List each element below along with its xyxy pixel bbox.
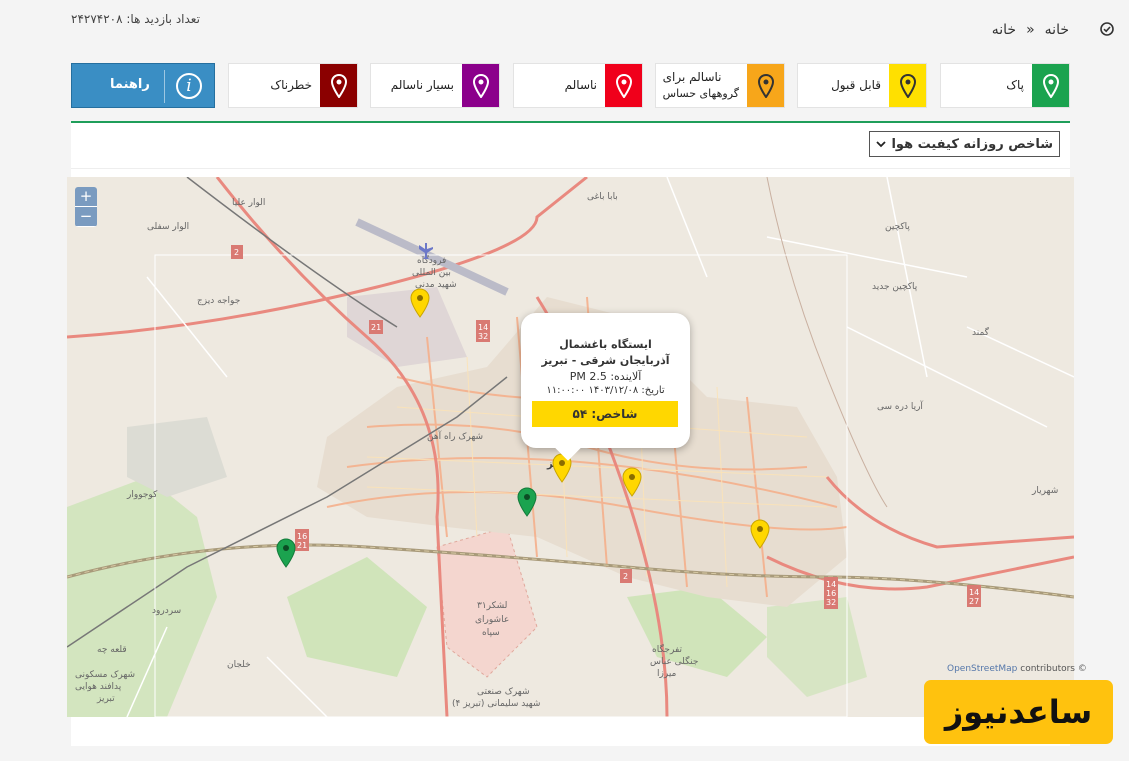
zoom-in-button[interactable]: +	[75, 187, 97, 207]
selector-bar: شاخص روزانه کیفیت هوا	[71, 123, 1070, 169]
map-label-lashkar3: سپاه	[482, 628, 500, 638]
map-label-gomand: گمند	[972, 326, 990, 338]
map-pin-icon	[605, 64, 642, 107]
map-label-airport1: فرودگاه	[417, 254, 446, 266]
map-label-sanati2: شهید سلیمانی (تبریز ۴)	[452, 699, 540, 709]
legend-label: ناسالم	[564, 78, 597, 93]
map-label-kojovar: کوجووار	[126, 490, 158, 500]
info-icon: i	[176, 73, 202, 99]
map-label-hoveyi2: پدافند هوایی	[75, 682, 122, 692]
map-label-alvar2: الوار علیا	[232, 198, 265, 208]
svg-text:16: 16	[297, 532, 307, 541]
svg-text:14: 14	[826, 580, 836, 589]
svg-text:14: 14	[478, 323, 488, 332]
map-label-shahriar: شهریار	[1031, 486, 1058, 496]
map-label-khalajan: خلجان	[227, 660, 251, 670]
visit-counter-value: ۲۴۲۷۴۲۰۸	[71, 12, 123, 26]
visit-counter-label: تعداد بازدید ها:	[126, 12, 200, 26]
check-circle-icon	[1100, 22, 1114, 40]
map-pin-icon	[320, 64, 357, 107]
map-label-pakchin: پاکچین	[885, 222, 910, 232]
map-pin-icon	[747, 64, 784, 107]
popup-pollutant: آلاینده: PM 2.5	[569, 370, 642, 383]
chevron-down-icon	[876, 137, 886, 152]
map-label-lashkar2: عاشورای	[475, 615, 509, 625]
legend-label-line2: گروههای حساس	[662, 87, 739, 101]
attribution-text: contributors ©	[1020, 664, 1087, 674]
popup-date: تاریخ: ۱۴۰۳/۱۲/۰۸ ۱۱:۰۰:۰۰	[546, 385, 665, 396]
visit-counter: تعداد بازدید ها: ۲۴۲۷۴۲۰۸	[71, 12, 200, 26]
map-label-shahrak: شهرک راه آهن	[427, 430, 483, 442]
popup-index-badge: شاخص: ۵۴	[532, 401, 678, 427]
guide-button-divider	[164, 70, 165, 103]
map-label-hoveyi1: شهرک مسکونی	[75, 669, 135, 680]
popup-station-name: ایستگاه باغشمال	[559, 338, 652, 351]
legend-label: پاک	[1006, 78, 1024, 93]
station-popup: ایستگاه باغشمال آذربایجان شرقی - تبریز آ…	[521, 313, 690, 461]
map-label-sanati1: شهرک صنعتی	[477, 686, 530, 697]
legend-item-very-unhealthy: بسیار ناسالم	[370, 63, 500, 108]
svg-text:16: 16	[826, 589, 836, 598]
breadcrumb-home[interactable]: خانه	[1045, 22, 1069, 38]
legend-label: خطرناک	[270, 78, 312, 93]
svg-text:21: 21	[371, 323, 381, 332]
osm-link[interactable]: OpenStreetMap	[947, 664, 1017, 674]
svg-text:2: 2	[234, 248, 239, 257]
map-label-abbas3: میرزا	[657, 669, 677, 679]
map-pin-icon	[462, 64, 499, 107]
svg-text:2: 2	[623, 572, 628, 581]
map-label-alvar: الوار سفلی	[147, 222, 189, 232]
map-label-baba: بابا باغی	[587, 192, 618, 202]
legend-label-line1: ناسالم برای	[662, 70, 722, 85]
map-label-lashkar1: لشکر۳۱	[477, 601, 507, 611]
map-pin-icon[interactable]	[517, 487, 537, 517]
guide-button[interactable]: راهنما i	[71, 63, 215, 108]
map-label-hoveyi3: تبریز	[96, 694, 115, 704]
map-pin-icon[interactable]	[410, 288, 430, 318]
popup-region: آذربایجان شرقی - تبریز	[541, 354, 670, 367]
map-label-abbas2: جنگلی عباس	[650, 655, 698, 667]
watermark-logo: ساعدنیوز	[924, 680, 1113, 744]
legend-item-clean: پاک	[940, 63, 1070, 108]
aqi-legend: پاک قابل قبول ناسالم برای گروههای حساس ن…	[228, 63, 1070, 108]
map-pin-icon[interactable]	[622, 467, 642, 497]
guide-button-label: راهنما	[110, 77, 150, 92]
legend-label: ناسالم برای گروههای حساس	[663, 64, 739, 107]
svg-text:32: 32	[478, 332, 488, 341]
zoom-out-button[interactable]: −	[75, 207, 97, 227]
svg-text:21: 21	[297, 541, 307, 550]
map-pin-icon[interactable]	[750, 519, 770, 549]
svg-text:14: 14	[969, 588, 979, 597]
map-pin-icon[interactable]	[276, 538, 296, 568]
zoom-control: + −	[75, 187, 97, 227]
legend-item-hazardous: خطرناک	[228, 63, 358, 108]
legend-item-acceptable: قابل قبول	[797, 63, 927, 108]
map-pin-icon	[1032, 64, 1069, 107]
map-label-sardrud: سردرود	[152, 606, 181, 616]
map-label-ariadareh: آریا دره سی	[877, 400, 923, 412]
index-type-select-value: شاخص روزانه کیفیت هوا	[891, 136, 1053, 152]
map-label-chehreh: جواجه دیزج	[197, 296, 240, 306]
map-label-airport2: بین المللی	[412, 268, 451, 278]
index-type-select[interactable]: شاخص روزانه کیفیت هوا	[869, 131, 1060, 157]
map-label-abbas1: تفرجگاه	[652, 643, 683, 655]
svg-text:32: 32	[826, 598, 836, 607]
map-pin-icon	[889, 64, 926, 107]
map-attribution: OpenStreetMap contributors ©	[947, 664, 1087, 674]
breadcrumb-separator: »	[1026, 22, 1035, 38]
legend-label: بسیار ناسالم	[390, 78, 454, 93]
map-label-jadid: پاکچین جدید	[872, 282, 918, 292]
legend-item-unhealthy: ناسالم	[513, 63, 643, 108]
legend-label: قابل قبول	[831, 78, 881, 93]
breadcrumb: خانه » خانه	[991, 22, 1114, 38]
svg-text:27: 27	[969, 597, 979, 606]
map-label-chele: قلعه چه	[97, 645, 127, 655]
legend-item-sensitive: ناسالم برای گروههای حساس	[655, 63, 785, 108]
breadcrumb-current: خانه	[991, 22, 1017, 38]
